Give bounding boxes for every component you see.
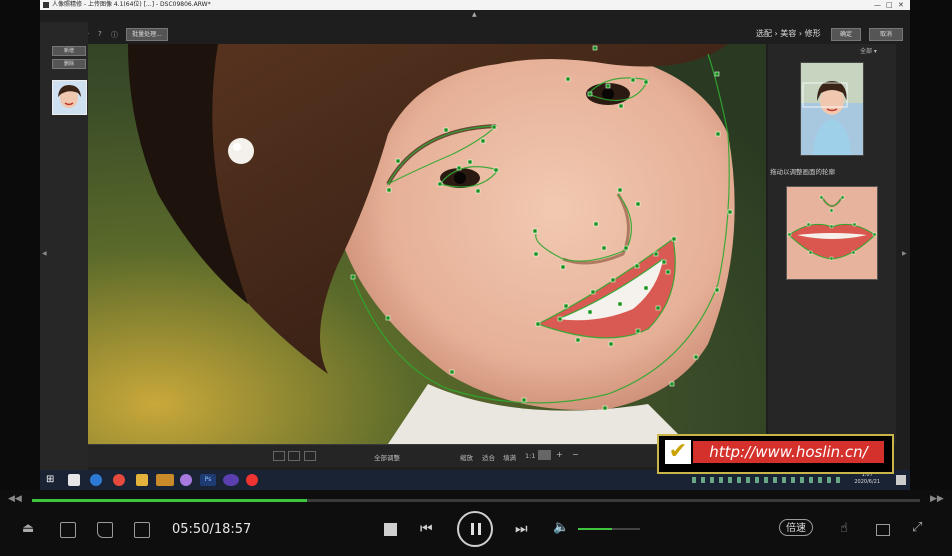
checkmark-icon: ✔ (665, 440, 691, 464)
volume-slider[interactable] (578, 528, 640, 530)
info-icon[interactable]: ⓘ (111, 30, 118, 40)
clock-date: 2020/6/21 (854, 479, 880, 485)
breadcrumb: 选配 › 美容 › 修形 (756, 29, 821, 38)
scope-select-value: 全部 (860, 48, 873, 55)
playlist-icon[interactable] (60, 522, 76, 538)
fast-forward-icon[interactable]: ▶▶ (930, 494, 944, 504)
time-display: 05:50/18:57 (172, 522, 252, 537)
zoom-label[interactable]: 缩放 (460, 452, 473, 462)
chrome-icon[interactable] (113, 474, 125, 486)
app-window: 人像照精修 - 上传图像 4.1(64位) [...] - DSC09806.A… (40, 0, 910, 490)
view-split-icon[interactable] (288, 451, 300, 461)
pause-icon-bar (478, 523, 481, 535)
fullscreen-icon[interactable]: ⤢ (912, 520, 922, 535)
main-photo-canvas[interactable] (88, 44, 766, 444)
right-panel: 全部 ▾ 拖动以调整画面的轮廓 (768, 44, 896, 444)
close-icon[interactable]: ✕ (898, 0, 904, 10)
collapse-top-icon[interactable]: ▲ (472, 11, 477, 18)
status-center-text: 全部调整 (374, 454, 400, 462)
minimize-icon[interactable]: — (874, 0, 881, 10)
next-button[interactable]: ⏭ (515, 521, 528, 537)
rewind-icon[interactable]: ◀◀ (8, 494, 22, 504)
notification-icon[interactable] (896, 475, 906, 485)
pause-button[interactable] (457, 511, 493, 547)
briefcase-icon[interactable] (876, 524, 890, 536)
app-icon-purple[interactable] (223, 474, 239, 486)
volume-fill (578, 528, 613, 530)
delete-button[interactable]: 删除 (52, 59, 86, 69)
windows-start-icon[interactable]: ⊞ (46, 474, 54, 485)
zoom-in-button[interactable]: + (556, 450, 563, 459)
window-title: 人像照精修 - 上传图像 4.1(64位) [...] - DSC09806.A… (52, 1, 211, 8)
hint-label: 拖动以调整画面的轮廓 (770, 168, 835, 176)
system-tray-icons[interactable] (692, 477, 842, 483)
image-thumbnail[interactable] (52, 80, 87, 115)
progress-fill (32, 499, 308, 502)
taskbar-clock[interactable]: 1:07 2020/6/21 (854, 472, 880, 486)
watermark-url: http://www.hoslin.cn/ (693, 441, 884, 463)
screen-capture-icon[interactable] (97, 522, 113, 538)
fill-label[interactable]: 填满 (503, 452, 516, 462)
view-single-icon[interactable] (273, 451, 285, 461)
speed-button[interactable]: 倍速 (779, 519, 813, 536)
app-icon (43, 2, 49, 8)
navigator-thumbnail[interactable] (800, 62, 864, 156)
cancel-button[interactable]: 取消 (869, 28, 903, 41)
progress-bar[interactable] (32, 499, 920, 502)
title-bar: 人像照精修 - 上传图像 4.1(64位) [...] - DSC09806.A… (40, 0, 910, 10)
watermark: ✔ http://www.hoslin.cn/ (657, 434, 894, 474)
previous-button[interactable]: ⏮ (420, 521, 433, 537)
left-collapse-icon[interactable]: ◀ (42, 250, 47, 257)
browser-icon[interactable] (180, 474, 192, 486)
edge-icon[interactable] (90, 474, 102, 486)
store-icon[interactable] (68, 474, 80, 486)
batch-button[interactable]: 批量处理... (126, 28, 168, 41)
pause-icon (471, 523, 474, 535)
zoom-ratio: 1:1 (525, 452, 536, 460)
volume-icon[interactable]: 🔈 (553, 520, 569, 535)
subtitle-icon[interactable] (134, 522, 150, 538)
maximize-icon[interactable]: □ (886, 0, 893, 10)
zoom-out-button[interactable]: − (572, 450, 579, 459)
video-player-controls: ◀◀ ▶▶ ⏏ 05:50/18:57 ⏮ ⏭ 🔈 倍速 ☝ ⤢ (0, 490, 952, 556)
lip-preview[interactable] (786, 186, 878, 280)
folder-icon[interactable] (136, 474, 148, 486)
add-button[interactable]: 新增 (52, 46, 86, 56)
view-compare-icon[interactable] (304, 451, 316, 461)
fit-label[interactable]: 适合 (482, 452, 495, 462)
wechat-icon[interactable] (156, 474, 174, 486)
help-icon[interactable]: ? (98, 30, 102, 38)
stop-button[interactable] (384, 523, 397, 536)
right-collapse-icon[interactable]: ▶ (902, 250, 907, 257)
left-panel: 新增 删除 (40, 22, 88, 470)
zoom-input[interactable] (538, 450, 551, 460)
eject-icon[interactable]: ⏏ (22, 521, 34, 536)
confirm-button[interactable]: 确定 (831, 28, 861, 41)
photoshop-icon[interactable]: Ps (200, 474, 216, 486)
hand-icon[interactable]: ☝ (840, 521, 848, 536)
record-icon[interactable] (246, 474, 258, 486)
scope-select[interactable]: 全部 ▾ (860, 46, 877, 55)
